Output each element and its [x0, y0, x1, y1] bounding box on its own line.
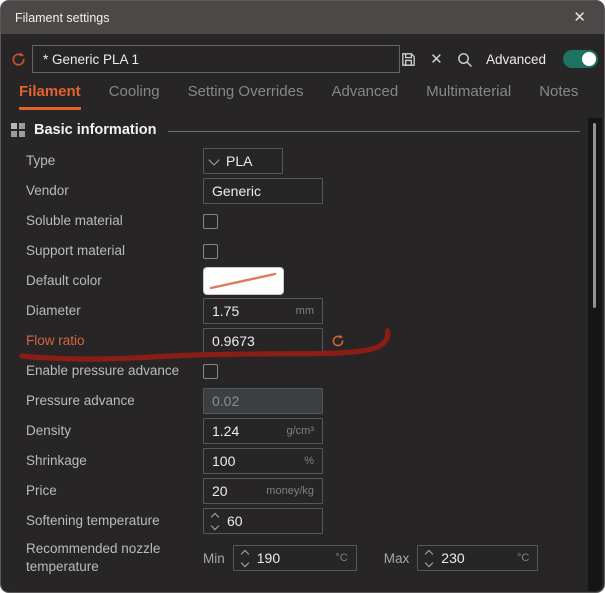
flow-ratio-reset-icon[interactable]	[330, 333, 346, 349]
softening-input[interactable]	[227, 513, 314, 529]
row-enable-pressure-advance: Enable pressure advance	[1, 356, 604, 386]
nozzle-max-unit: °C	[517, 552, 529, 564]
tab-multimaterial[interactable]: Multimaterial	[426, 83, 511, 110]
softening-stepper[interactable]	[203, 508, 323, 534]
tab-notes[interactable]: Notes	[539, 83, 578, 110]
scrollbar-thumb[interactable]	[593, 123, 596, 308]
row-softening-temperature: Softening temperature	[1, 506, 604, 536]
spinner-arrows-icon[interactable]	[242, 549, 248, 568]
section-title: Basic information	[34, 122, 156, 138]
nozzle-max-input[interactable]	[441, 550, 513, 566]
vertical-scrollbar[interactable]	[588, 118, 602, 591]
vendor-label: Vendor	[1, 182, 203, 200]
row-diameter: Diameter mm	[1, 296, 604, 326]
flow-ratio-input[interactable]	[212, 333, 314, 349]
price-input[interactable]	[212, 483, 262, 499]
search-icon[interactable]	[456, 51, 473, 68]
price-label: Price	[1, 482, 203, 500]
row-support-material: Support material	[1, 236, 604, 266]
row-pressure-advance: Pressure advance	[1, 386, 604, 416]
type-dropdown[interactable]: PLA	[203, 148, 283, 174]
tab-cooling[interactable]: Cooling	[109, 83, 160, 110]
min-label: Min	[203, 551, 225, 566]
diameter-label: Diameter	[1, 302, 203, 320]
advanced-label: Advanced	[486, 52, 546, 67]
enable-pa-checkbox[interactable]	[203, 364, 218, 379]
nozzle-min-stepper[interactable]: °C	[233, 545, 357, 571]
section-divider	[168, 131, 580, 132]
density-input[interactable]	[212, 423, 283, 439]
tab-setting-overrides[interactable]: Setting Overrides	[188, 83, 304, 110]
pressure-advance-label: Pressure advance	[1, 392, 203, 410]
diameter-input[interactable]	[212, 303, 292, 319]
filament-settings-dialog: Filament settings ✕ ✕ Advanced Filament …	[0, 0, 605, 593]
row-soluble-material: Soluble material	[1, 206, 604, 236]
nozzle-max-stepper[interactable]: °C	[417, 545, 538, 571]
row-flow-ratio: Flow ratio	[1, 326, 604, 356]
nozzle-min-input[interactable]	[257, 550, 332, 566]
section-basic-information: Basic information	[11, 120, 604, 140]
chevron-down-icon	[208, 154, 219, 165]
max-label: Max	[384, 551, 410, 566]
tab-filament[interactable]: Filament	[19, 83, 81, 110]
settings-panel: Basic information Type PLA Vendor Solubl…	[1, 110, 604, 580]
close-icon[interactable]: ✕	[569, 8, 590, 27]
type-label: Type	[1, 152, 203, 170]
preset-row: ✕ Advanced	[1, 34, 604, 73]
price-unit: money/kg	[266, 485, 314, 497]
save-icon[interactable]	[400, 51, 417, 68]
default-color-label: Default color	[1, 272, 203, 290]
row-price: Price money/kg	[1, 476, 604, 506]
pressure-advance-input	[212, 393, 314, 409]
preset-name-input[interactable]	[32, 45, 400, 73]
vendor-input[interactable]	[212, 183, 314, 199]
support-checkbox[interactable]	[203, 244, 218, 259]
nozzle-temp-label: Recommended nozzle temperature	[1, 540, 203, 575]
tab-bar: Filament Cooling Setting Overrides Advan…	[1, 73, 604, 110]
row-type: Type PLA	[1, 146, 604, 176]
advanced-toggle[interactable]	[563, 50, 598, 68]
color-swatch[interactable]	[203, 267, 284, 295]
shrinkage-input[interactable]	[212, 453, 300, 469]
spinner-arrows-icon[interactable]	[212, 512, 218, 531]
density-unit: g/cm³	[287, 425, 315, 437]
row-vendor: Vendor	[1, 176, 604, 206]
toggle-knob	[582, 52, 596, 66]
softening-label: Softening temperature	[1, 512, 203, 530]
tab-advanced[interactable]: Advanced	[331, 83, 398, 110]
row-shrinkage: Shrinkage %	[1, 446, 604, 476]
clear-icon[interactable]: ✕	[428, 51, 445, 68]
row-nozzle-temperature: Recommended nozzle temperature Min °C Ma…	[1, 536, 604, 580]
reset-all-icon[interactable]	[9, 50, 28, 69]
support-label: Support material	[1, 242, 203, 260]
spinner-arrows-icon[interactable]	[426, 549, 432, 568]
enable-pa-label: Enable pressure advance	[1, 362, 203, 380]
type-value: PLA	[226, 153, 274, 169]
window-title: Filament settings	[15, 11, 109, 25]
row-density: Density g/cm³	[1, 416, 604, 446]
titlebar: Filament settings ✕	[1, 1, 604, 34]
row-default-color: Default color	[1, 266, 604, 296]
shrinkage-label: Shrinkage	[1, 452, 203, 470]
soluble-label: Soluble material	[1, 212, 203, 230]
soluble-checkbox[interactable]	[203, 214, 218, 229]
nozzle-min-unit: °C	[335, 552, 347, 564]
shrinkage-unit: %	[304, 455, 314, 467]
density-label: Density	[1, 422, 203, 440]
grid-icon	[11, 123, 25, 137]
preset-actions: ✕ Advanced	[400, 50, 598, 68]
flow-ratio-label: Flow ratio	[1, 332, 203, 350]
diameter-unit: mm	[296, 305, 314, 317]
